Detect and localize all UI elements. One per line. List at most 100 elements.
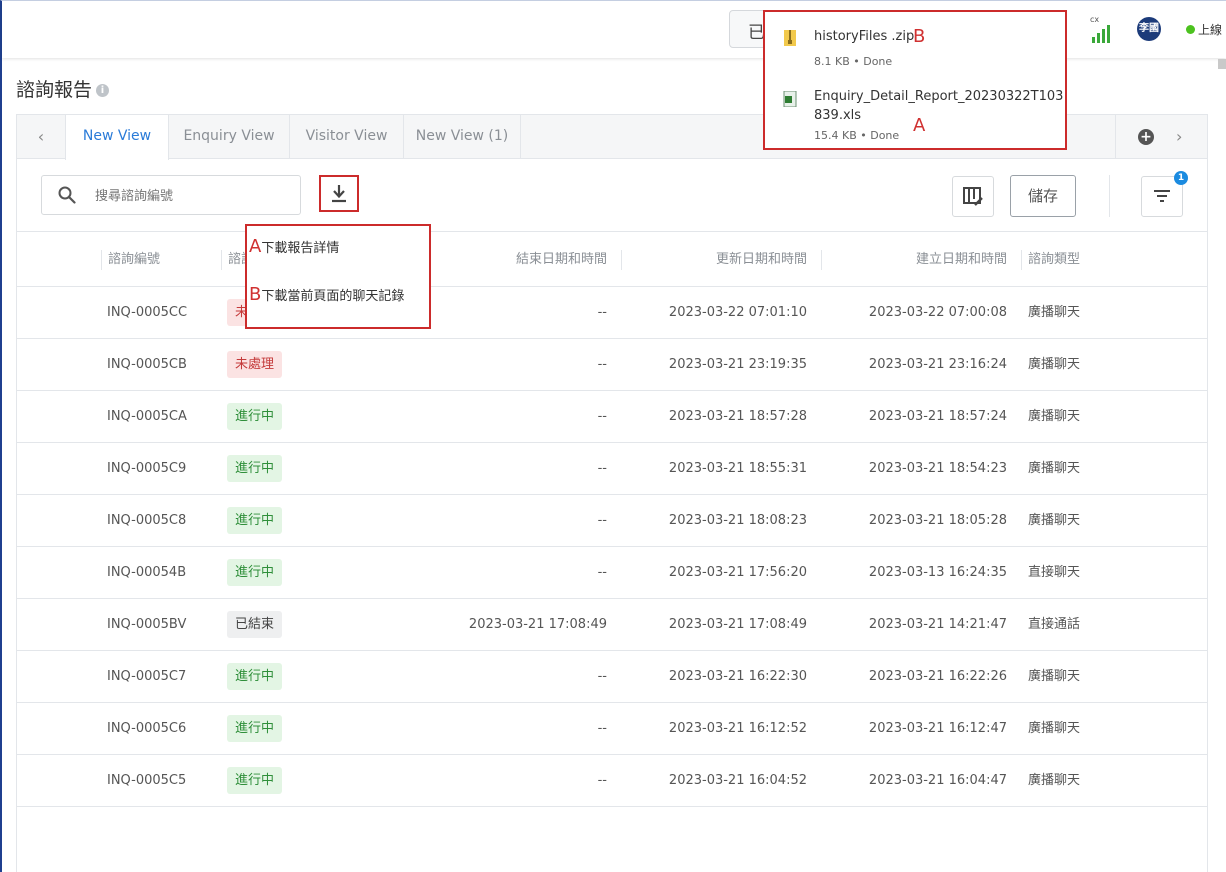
search-box[interactable] [41,175,301,215]
signal-strength-icon: cx [1090,15,1116,43]
table-row[interactable]: INQ-0005C8 進行中 -- 2023-03-21 18:08:23 2023-0… [17,495,1207,547]
excel-file-icon [783,91,797,107]
cell-enquiry-type: 廣播聊天 [1028,669,1081,684]
cell-enquiry-id[interactable]: INQ-00054B [107,547,186,598]
table-row[interactable]: INQ-0005C7 進行中 -- 2023-03-21 16:22:30 2023-0… [17,651,1207,703]
column-header-type[interactable]: 諮詢類型 [1028,232,1080,287]
download-xls-meta: 15.4 KB • Done [814,129,900,142]
online-dot-icon [1186,25,1195,34]
annotation-letter: A [249,236,262,257]
annotation-letter-a: A [913,115,926,136]
cell-enquiry-id[interactable]: INQ-0005C7 [107,651,186,702]
table-row[interactable]: INQ-0005C5 進行中 -- 2023-03-21 16:04:52 2023-0… [17,755,1207,807]
cell-enquiry-id[interactable]: INQ-0005C9 [107,443,186,494]
cell-enquiry-id[interactable]: INQ-0005BV [107,599,186,650]
cell-enquiry-type: 廣播聊天 [1028,305,1081,320]
column-header-updated-time[interactable]: 更新日期和時間 [621,232,807,287]
cell-created-time: 2023-03-21 23:16:24 [868,357,1007,372]
cell-end-time: -- [597,721,607,736]
cell-created-time: 2023-03-21 16:22:26 [868,669,1007,684]
cell-enquiry-type: 廣播聊天 [1028,513,1081,528]
cell-enquiry-type: 廣播聊天 [1028,721,1081,736]
cell-created-time: 2023-03-22 07:00:08 [868,305,1007,320]
cell-enquiry-id[interactable]: INQ-0005C8 [107,495,186,546]
filter-count-badge: 1 [1174,171,1188,185]
cell-created-time: 2023-03-21 16:12:47 [868,721,1007,736]
user-avatar[interactable]: 李國 [1137,17,1161,41]
cell-enquiry-id[interactable]: INQ-0005C5 [107,755,186,806]
annotation-letter-b: B [913,26,926,47]
cell-end-time: -- [597,461,607,476]
cell-created-time: 2023-03-21 18:54:23 [868,461,1007,476]
cell-enquiry-type: 直接通話 [1028,617,1081,632]
download-xls-name-line1[interactable]: Enquiry_Detail_Report_20230322T103 [814,89,1063,104]
cell-enquiry-id[interactable]: INQ-0005CC [107,287,187,338]
table-row[interactable]: INQ-0005C6 進行中 -- 2023-03-21 16:12:52 2023-0… [17,703,1207,755]
menu-item-download-report-details[interactable]: A下載報告詳情 [249,236,339,257]
download-zip-name[interactable]: historyFiles .zip [814,29,914,44]
cell-created-time: 2023-03-21 18:05:28 [868,513,1007,528]
download-xls-name-line2[interactable]: 839.xls [814,108,861,123]
cell-updated-time: 2023-03-21 17:56:20 [668,565,807,580]
column-header-end-time[interactable]: 結束日期和時間 [421,232,607,287]
cell-updated-time: 2023-03-21 23:19:35 [668,357,807,372]
cell-end-time: -- [597,565,607,580]
save-button[interactable]: 儲存 [1010,175,1076,217]
cell-updated-time: 2023-03-21 17:08:49 [668,617,807,632]
status-badge: 已結束 [227,611,283,638]
edit-columns-button[interactable] [952,176,994,217]
table-row[interactable]: INQ-0005BV 已結束 2023-03-21 17:08:49 2023-03-… [17,599,1207,651]
info-icon[interactable]: i [96,84,110,97]
status-badge: 進行中 [227,455,283,482]
status-badge: 進行中 [227,507,283,534]
tab-visitor-view[interactable]: Visitor View [290,115,404,159]
cell-updated-time: 2023-03-21 18:57:28 [668,409,807,424]
cell-enquiry-type: 廣播聊天 [1028,409,1081,424]
cell-updated-time: 2023-03-21 16:04:52 [668,773,807,788]
cell-created-time: 2023-03-13 16:24:35 [868,565,1007,580]
table-row[interactable]: INQ-00054B 進行中 -- 2023-03-21 17:56:20 2023-0… [17,547,1207,599]
table-header: 諮詢編號 諮詢 結束日期和時間 更新日期和時間 建立日期和時間 諮詢類型 [17,231,1207,287]
status-badge: 進行中 [227,767,283,794]
download-options-menu: A下載報告詳情 B下載當前頁面的聊天記錄 [245,224,431,329]
table-row[interactable]: INQ-0005CC未處理--2023-03-22 07:01:102023-0… [17,287,1207,339]
cell-end-time: 2023-03-21 17:08:49 [468,617,607,632]
tab-enquiry-view[interactable]: Enquiry View [169,115,290,159]
cell-updated-time: 2023-03-22 07:01:10 [668,305,807,320]
app-window: 已 cx 李國 上線 諮詢報告 i ‹ New View Enquiry View… [0,0,1226,872]
table-row[interactable]: INQ-0005C9 進行中 -- 2023-03-21 18:55:31 2023-0… [17,443,1207,495]
cell-enquiry-id[interactable]: INQ-0005CB [107,339,187,390]
tabs-prev-chevron-icon[interactable]: ‹ [17,115,65,158]
cell-enquiry-type: 廣播聊天 [1028,773,1081,788]
tabs-next-chevron-icon[interactable]: › [1176,115,1182,158]
cell-enquiry-id[interactable]: INQ-0005CA [107,391,187,442]
search-input[interactable] [95,185,285,207]
tab-new-view-1[interactable]: New View (1) [404,115,521,159]
add-view-plus-icon[interactable]: + [1138,129,1154,145]
column-header-id[interactable]: 諮詢編號 [108,232,160,287]
cell-end-time: -- [597,773,607,788]
edit-columns-icon [963,187,983,206]
cell-enquiry-id[interactable]: INQ-0005C6 [107,703,186,754]
report-card: ‹ New View Enquiry View Visitor View New… [16,114,1208,872]
menu-item-label: 下載報告詳情 [261,241,340,256]
scrollbar-thumb[interactable] [1218,59,1226,69]
online-status[interactable]: 上線 [1186,21,1222,38]
online-status-label: 上線 [1198,23,1223,37]
table-row[interactable]: INQ-0005CB 未處理 -- 2023-03-21 23:19:35 2023-0… [17,339,1207,391]
search-icon [58,186,76,204]
table-row[interactable]: INQ-0005CA 進行中 -- 2023-03-21 18:57:28 2023-0… [17,391,1207,443]
menu-item-download-chat-history[interactable]: B下載當前頁面的聊天記錄 [249,284,404,305]
download-button[interactable] [319,175,359,212]
cell-enquiry-type: 廣播聊天 [1028,461,1081,476]
menu-item-label: 下載當前頁面的聊天記錄 [261,289,405,304]
status-badge: 進行中 [227,403,283,430]
cell-created-time: 2023-03-21 16:04:47 [868,773,1007,788]
status-badge: 進行中 [227,559,283,586]
cell-end-time: -- [597,305,607,320]
tab-new-view[interactable]: New View [65,115,169,160]
column-header-created-time[interactable]: 建立日期和時間 [821,232,1007,287]
cell-end-time: -- [597,409,607,424]
downloads-panel: historyFiles .zip B 8.1 KB • Done Enquir… [763,10,1067,150]
signal-label: cx [1090,15,1100,24]
